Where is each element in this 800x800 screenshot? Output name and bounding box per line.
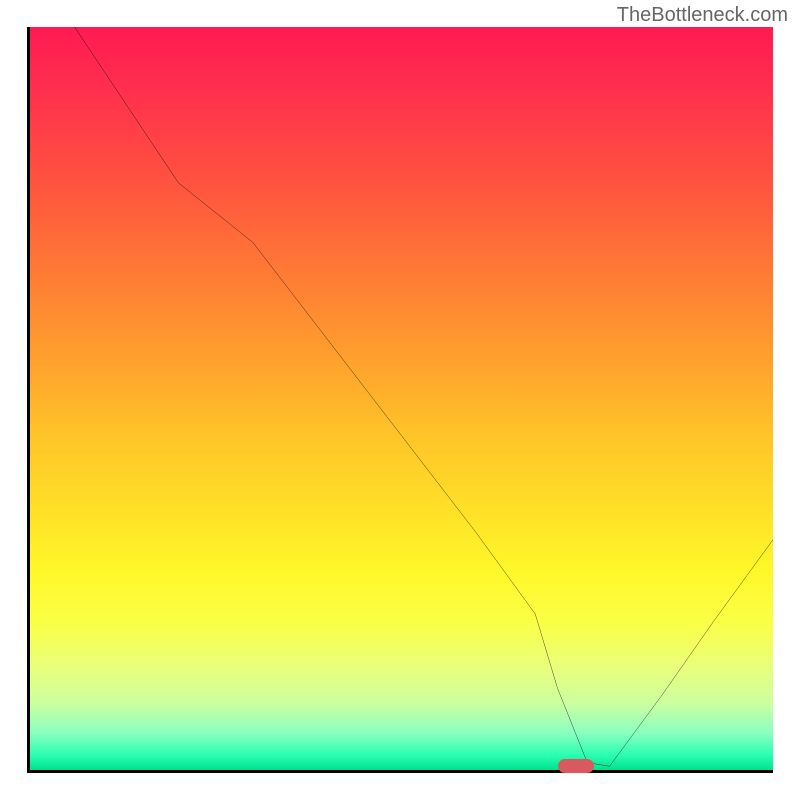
watermark-text: TheBottleneck.com xyxy=(617,4,788,27)
optimal-point-marker xyxy=(558,759,594,773)
bottleneck-curve xyxy=(30,27,773,770)
plot-area xyxy=(27,27,773,773)
